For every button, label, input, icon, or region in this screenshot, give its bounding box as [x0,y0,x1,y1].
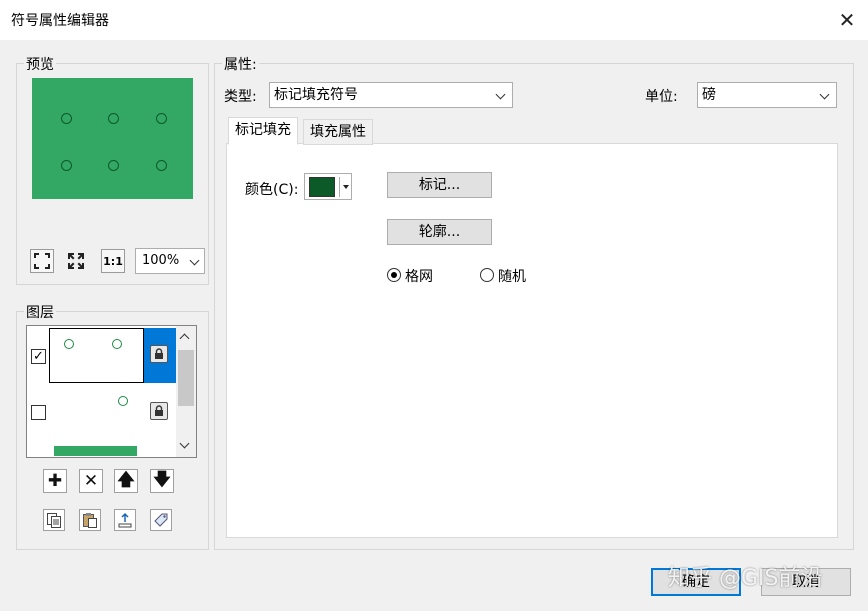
tag-icon[interactable] [150,509,172,531]
radio-selected-dot [391,272,397,278]
marker-button[interactable]: 标记... [387,172,492,198]
remove-icon[interactable]: ✕ [79,469,103,493]
color-picker[interactable] [304,173,352,200]
symbol-preview [32,78,193,199]
divider [339,177,340,197]
type-select[interactable]: 标记填充符号 [269,82,513,108]
close-icon[interactable]: ✕ [836,9,858,31]
import-icon[interactable] [114,509,136,531]
random-radio[interactable] [480,268,494,282]
dropdown-arrow-icon [343,185,349,189]
outline-button[interactable]: 轮廓... [387,219,492,245]
layers-label: 图层 [24,302,56,322]
preview-label: 预览 [24,54,56,74]
lock-icon[interactable] [150,345,168,363]
title-bar [0,0,868,40]
layer-1-checkbox[interactable]: ✓ [31,349,46,364]
preview-marker [108,160,119,171]
chevron-down-icon [189,255,200,266]
actual-size-icon[interactable]: 1:1 [101,249,125,273]
chevron-down-icon [495,89,506,100]
move-down-icon[interactable]: 🡇 [150,469,174,493]
paste-icon[interactable] [79,509,101,531]
preview-marker [156,160,167,171]
zoom-select[interactable]: 100% [135,248,205,274]
properties-label: 属性: [222,54,259,74]
tab-marker-fill[interactable]: 标记填充 [228,117,298,145]
layer-marker [64,339,74,349]
chevron-down-icon [819,89,830,100]
grid-radio[interactable] [387,268,401,282]
copy-icon[interactable] [43,509,65,531]
layer-1-thumbnail[interactable] [49,328,144,383]
type-label: 类型: [224,89,257,105]
lock-icon[interactable] [150,402,168,420]
unit-label: 单位: [645,89,678,105]
preview-marker [108,113,119,124]
type-value: 标记填充符号 [274,87,358,103]
fit-all-icon[interactable] [30,249,54,273]
move-up-icon[interactable]: 🡅 [114,469,138,493]
watermark: 知乎 @GIS前沿 [668,566,823,591]
color-swatch [309,177,335,197]
zoom-value: 100% [142,253,180,268]
expand-icon[interactable] [64,249,88,273]
tab-panel [226,143,838,538]
window-title: 符号属性编辑器 [11,13,109,29]
preview-marker [61,160,72,171]
unit-value: 磅 [702,87,716,103]
preview-marker [61,113,72,124]
layer-marker [118,396,128,406]
color-label: 颜色(C): [245,182,299,198]
tab-fill-properties[interactable]: 填充属性 [303,119,373,145]
preview-marker [156,113,167,124]
layer-3-fill-thumbnail[interactable] [54,446,137,456]
layer-2-checkbox[interactable] [31,405,46,420]
unit-select[interactable]: 磅 [697,82,837,108]
random-radio-label: 随机 [498,269,526,285]
layer-marker [112,339,122,349]
scroll-thumb[interactable] [178,350,194,406]
add-icon[interactable]: ✚ [43,469,67,493]
grid-radio-label: 格网 [405,269,433,285]
